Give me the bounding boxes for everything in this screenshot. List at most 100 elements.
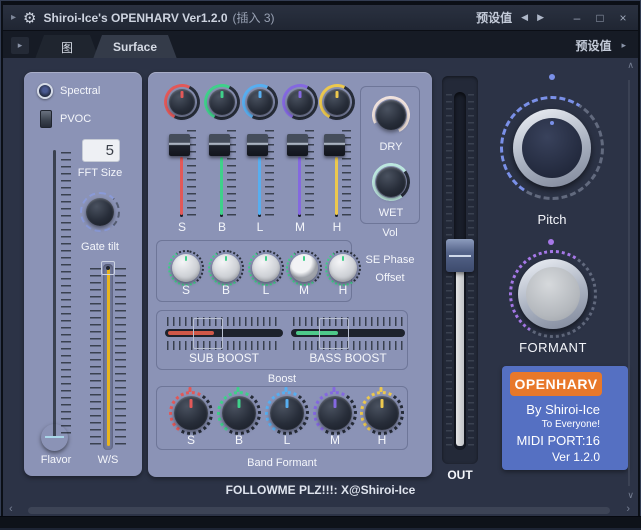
formant-label-l: L <box>277 433 297 447</box>
dry-knob[interactable] <box>376 100 406 130</box>
flavor-ticks <box>61 152 71 438</box>
knob-pointer <box>221 91 224 98</box>
fader-handle[interactable] <box>287 134 308 156</box>
knob-pointer <box>336 91 339 98</box>
ws-handle[interactable] <box>101 261 115 275</box>
gain-knob-m[interactable] <box>290 254 318 282</box>
fader-track <box>335 157 338 215</box>
band-fader-s[interactable] <box>167 130 197 222</box>
formant-knob-s[interactable] <box>174 396 208 430</box>
gear-icon[interactable]: ⚙ <box>23 9 36 27</box>
formant-label-b: B <box>229 433 249 447</box>
pvoc-button[interactable] <box>40 110 52 128</box>
formant-label-s: S <box>181 433 201 447</box>
detach-arrow-icon[interactable]: ▸ <box>11 12 16 23</box>
formant-knob-tick <box>333 387 336 392</box>
band-knob-l[interactable] <box>247 89 273 115</box>
pitch-label: Pitch <box>512 212 592 227</box>
dry-label: DRY <box>361 141 421 153</box>
band-fader-h[interactable] <box>322 130 352 222</box>
band-label-b: B <box>212 220 232 234</box>
flavor-handle[interactable] <box>41 424 68 451</box>
scroll-left-icon[interactable]: ‹ <box>9 503 13 515</box>
gain-knob-s[interactable] <box>172 254 200 282</box>
left-panel: Spectral PVOC 5 FFT Size Gate tilt Flavo… <box>24 72 142 476</box>
tab-preset-arrow-icon: ▸ <box>621 40 626 51</box>
horizontal-scrollbar[interactable]: ‹ › <box>3 505 638 516</box>
formant-knob-tick <box>380 387 383 392</box>
flavor-label: Flavor <box>28 454 84 466</box>
gain-knob-b[interactable] <box>212 254 240 282</box>
gain-knob-l[interactable] <box>252 254 280 282</box>
knob-pointer <box>303 256 305 261</box>
titlebar-controls: 预设值 ◀ ▶ – □ × <box>476 5 630 30</box>
pitch-top-dot <box>549 74 555 80</box>
spectral-radio[interactable] <box>37 83 53 99</box>
wet-knob[interactable] <box>376 167 406 197</box>
gain-label-b: B <box>216 283 236 297</box>
minimize-button[interactable]: – <box>570 11 584 25</box>
tab-menu-arrow[interactable]: ▸ <box>11 37 29 54</box>
scroll-right-icon[interactable]: › <box>626 503 630 515</box>
preset-label[interactable]: 预设值 <box>476 9 512 26</box>
formant-knob-b[interactable] <box>222 396 256 430</box>
fader-track <box>298 157 301 215</box>
knob-pointer <box>286 399 289 408</box>
formant-knob-h[interactable] <box>365 396 399 430</box>
band-knob-b[interactable] <box>209 89 235 115</box>
ws-label: W/S <box>80 454 136 466</box>
formant-knob-m[interactable] <box>318 396 352 430</box>
slider-selection-handle[interactable] <box>319 318 349 349</box>
gain-label-s: S <box>176 283 196 297</box>
preset-prev-icon[interactable]: ◀ <box>521 12 528 23</box>
out-fader-handle[interactable] <box>446 239 474 272</box>
band-formant-caption: Band Formant <box>156 457 408 469</box>
fft-size-input[interactable]: 5 <box>82 139 120 162</box>
maximize-button[interactable]: □ <box>593 11 607 25</box>
tab-surface[interactable]: Surface <box>93 35 177 59</box>
band-formant-group: S B L M H <box>156 386 408 450</box>
gate-tilt-knob[interactable] <box>86 198 114 226</box>
formant-knob-l[interactable] <box>270 396 304 430</box>
horizontal-scrollbar-thumb[interactable] <box>28 507 610 514</box>
scroll-up-icon[interactable]: ∧ <box>627 60 634 71</box>
fader-handle[interactable] <box>247 134 268 156</box>
bass-boost-slider[interactable] <box>291 317 405 351</box>
tab-graph[interactable]: 图 <box>35 35 99 59</box>
knob-pointer <box>381 399 384 408</box>
flavor-track[interactable] <box>53 150 56 438</box>
sub-boost-label: SUB BOOST <box>165 351 283 365</box>
band-knob-s[interactable] <box>169 89 195 115</box>
fader-handle[interactable] <box>209 134 230 156</box>
out-fader[interactable] <box>442 76 478 464</box>
title-bar: ▸ ⚙ Shiroi-Ice's OPENHARV Ver1.2.0 (插入 3… <box>3 5 638 30</box>
formant-knob-tick <box>285 387 288 392</box>
fader-handle[interactable] <box>324 134 345 156</box>
formant-knob-face <box>526 267 580 321</box>
close-button[interactable]: × <box>616 11 630 25</box>
preset-next-icon[interactable]: ▶ <box>537 12 544 23</box>
vertical-scrollbar[interactable] <box>628 80 630 486</box>
window-title-suffix: (插入 3) <box>233 9 275 26</box>
knob-pointer <box>259 91 262 98</box>
knob-pointer <box>185 256 187 261</box>
gain-knob-h[interactable] <box>329 254 357 282</box>
band-fader-l[interactable] <box>245 130 275 222</box>
boost-caption: Boost <box>156 373 408 385</box>
fader-handle[interactable] <box>169 134 190 156</box>
gain-label-l: L <box>256 283 276 297</box>
band-fader-b[interactable] <box>207 130 237 222</box>
gain-label-h: H <box>333 283 353 297</box>
knob-pointer <box>334 399 337 408</box>
scroll-down-icon[interactable]: ∨ <box>627 490 634 501</box>
info-byline: By Shiroi-Ice <box>526 402 600 417</box>
footer-message: FOLLOWME PLZ!!!: X@Shiroi-Ice <box>0 483 641 497</box>
band-knob-h[interactable] <box>324 89 350 115</box>
ws-fill <box>107 268 110 446</box>
spectral-label: Spectral <box>60 85 100 97</box>
slider-selection-handle[interactable] <box>193 318 223 349</box>
tab-preset-selector[interactable]: 预设值 ▸ <box>569 35 632 55</box>
band-fader-m[interactable] <box>285 130 315 222</box>
sub-boost-slider[interactable] <box>165 317 283 351</box>
band-knob-m[interactable] <box>287 89 313 115</box>
